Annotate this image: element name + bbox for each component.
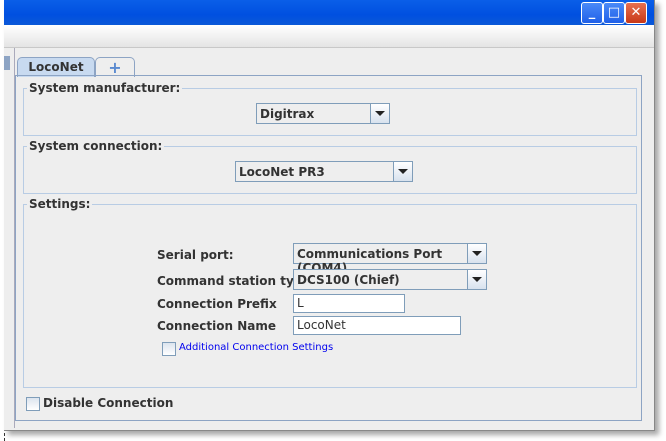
window: _ □ ✕ LocoNet + System manufacturer: Dig… (4, 0, 655, 431)
serial-port-combo[interactable]: Communications Port (COM4) (293, 243, 487, 275)
settings-legend: Settings: (27, 197, 93, 211)
tab-loconet[interactable]: LocoNet (17, 57, 95, 77)
close-button[interactable]: ✕ (625, 2, 647, 24)
combo-value: Digitrax (260, 107, 315, 121)
connection-legend: System connection: (27, 139, 165, 153)
name-input[interactable]: LocoNet (293, 316, 461, 335)
name-label: Connection Name (157, 319, 276, 333)
prefix-input[interactable]: L (293, 294, 405, 313)
connection-combo[interactable]: LocoNet PR3 (235, 161, 413, 182)
maximize-button[interactable]: □ (603, 2, 625, 24)
tab-panel: System manufacturer: Digitrax System con… (15, 75, 642, 421)
chevron-down-icon[interactable] (467, 244, 486, 263)
additional-settings-label[interactable]: Additional Connection Settings (179, 342, 333, 353)
disable-connection-label[interactable]: Disable Connection (43, 396, 173, 410)
tab-add[interactable]: + (95, 57, 135, 77)
chevron-down-icon[interactable] (467, 270, 486, 289)
tab-label: LocoNet (28, 60, 84, 74)
menu-bar (4, 25, 654, 48)
disable-connection-checkbox[interactable] (26, 397, 40, 411)
cs-type-label: Command station type: (157, 274, 316, 288)
combo-value: DCS100 (Chief) (297, 273, 400, 287)
settings-group: Settings: Serial port: Communications Po… (23, 197, 637, 388)
manufacturer-combo[interactable]: Digitrax (256, 103, 390, 124)
additional-settings-checkbox[interactable] (162, 342, 176, 356)
title-bar[interactable]: _ □ ✕ (4, 0, 654, 25)
chevron-down-icon[interactable] (370, 104, 389, 123)
combo-value: LocoNet PR3 (239, 165, 325, 179)
manufacturer-group: System manufacturer: Digitrax (23, 81, 637, 136)
manufacturer-legend: System manufacturer: (27, 81, 183, 95)
serial-port-label: Serial port: (157, 248, 234, 262)
connection-group: System connection: LocoNet PR3 (23, 139, 637, 194)
side-panel (4, 56, 10, 70)
minimize-button[interactable]: _ (581, 2, 603, 24)
prefix-label: Connection Prefix (157, 297, 277, 311)
cs-type-combo[interactable]: DCS100 (Chief) (293, 269, 487, 290)
chevron-down-icon[interactable] (393, 162, 412, 181)
